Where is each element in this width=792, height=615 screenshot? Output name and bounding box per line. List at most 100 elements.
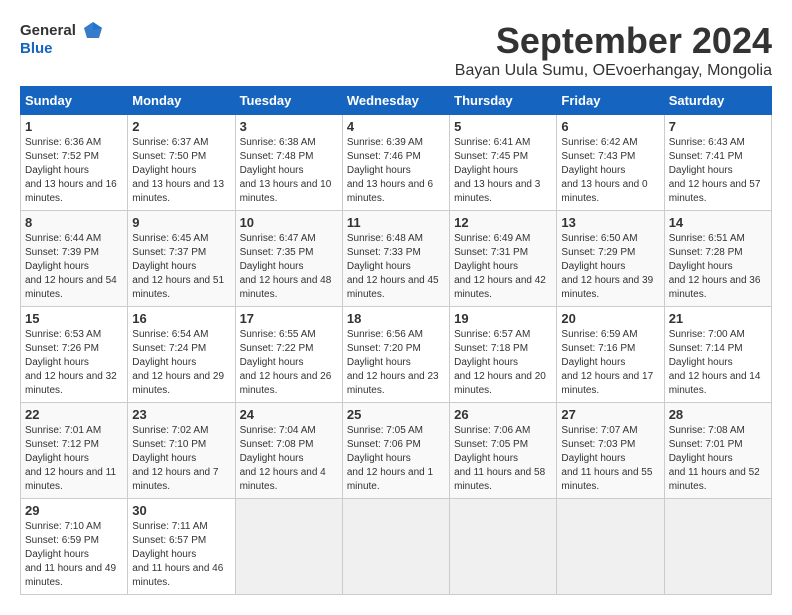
day-number: 28 — [669, 407, 767, 422]
table-row: 16 Sunrise: 6:54 AMSunset: 7:24 PMDaylig… — [128, 307, 235, 403]
table-row: 7 Sunrise: 6:43 AMSunset: 7:41 PMDayligh… — [664, 115, 771, 211]
day-number: 5 — [454, 119, 552, 134]
day-detail: Sunrise: 6:57 AMSunset: 7:18 PMDaylight … — [454, 329, 546, 396]
table-row: 24 Sunrise: 7:04 AMSunset: 7:08 PMDaylig… — [235, 403, 342, 499]
col-saturday: Saturday — [664, 87, 771, 115]
day-detail: Sunrise: 6:48 AMSunset: 7:33 PMDaylight … — [347, 233, 439, 300]
day-detail: Sunrise: 6:42 AMSunset: 7:43 PMDaylight … — [561, 137, 647, 204]
month-title: September 2024 — [455, 20, 772, 62]
calendar-week-2: 15 Sunrise: 6:53 AMSunset: 7:26 PMDaylig… — [21, 307, 772, 403]
table-row: 19 Sunrise: 6:57 AMSunset: 7:18 PMDaylig… — [450, 307, 557, 403]
table-row — [450, 499, 557, 595]
table-row — [342, 499, 449, 595]
day-number: 30 — [132, 503, 230, 518]
table-row: 12 Sunrise: 6:49 AMSunset: 7:31 PMDaylig… — [450, 211, 557, 307]
day-detail: Sunrise: 7:07 AMSunset: 7:03 PMDaylight … — [561, 425, 652, 492]
table-row: 25 Sunrise: 7:05 AMSunset: 7:06 PMDaylig… — [342, 403, 449, 499]
day-detail: Sunrise: 7:02 AMSunset: 7:10 PMDaylight … — [132, 425, 218, 492]
table-row: 11 Sunrise: 6:48 AMSunset: 7:33 PMDaylig… — [342, 211, 449, 307]
day-detail: Sunrise: 6:44 AMSunset: 7:39 PMDaylight … — [25, 233, 117, 300]
logo: General Blue — [20, 20, 104, 57]
calendar-week-4: 29 Sunrise: 7:10 AMSunset: 6:59 PMDaylig… — [21, 499, 772, 595]
day-number: 4 — [347, 119, 445, 134]
day-detail: Sunrise: 7:01 AMSunset: 7:12 PMDaylight … — [25, 425, 116, 492]
calendar-week-1: 8 Sunrise: 6:44 AMSunset: 7:39 PMDayligh… — [21, 211, 772, 307]
table-row: 3 Sunrise: 6:38 AMSunset: 7:48 PMDayligh… — [235, 115, 342, 211]
day-number: 25 — [347, 407, 445, 422]
day-number: 7 — [669, 119, 767, 134]
day-number: 18 — [347, 311, 445, 326]
table-row: 2 Sunrise: 6:37 AMSunset: 7:50 PMDayligh… — [128, 115, 235, 211]
day-number: 10 — [240, 215, 338, 230]
day-detail: Sunrise: 6:37 AMSunset: 7:50 PMDaylight … — [132, 137, 224, 204]
table-row: 15 Sunrise: 6:53 AMSunset: 7:26 PMDaylig… — [21, 307, 128, 403]
page-header: General Blue September 2024 Bayan Uula S… — [20, 20, 772, 80]
day-detail: Sunrise: 7:04 AMSunset: 7:08 PMDaylight … — [240, 425, 326, 492]
table-row: 5 Sunrise: 6:41 AMSunset: 7:45 PMDayligh… — [450, 115, 557, 211]
day-number: 8 — [25, 215, 123, 230]
logo-bird-icon — [82, 20, 104, 42]
calendar-week-0: 1 Sunrise: 6:36 AMSunset: 7:52 PMDayligh… — [21, 115, 772, 211]
day-number: 9 — [132, 215, 230, 230]
table-row: 9 Sunrise: 6:45 AMSunset: 7:37 PMDayligh… — [128, 211, 235, 307]
table-row — [664, 499, 771, 595]
table-row: 4 Sunrise: 6:39 AMSunset: 7:46 PMDayligh… — [342, 115, 449, 211]
day-detail: Sunrise: 6:50 AMSunset: 7:29 PMDaylight … — [561, 233, 653, 300]
day-number: 29 — [25, 503, 123, 518]
logo-text: General Blue — [20, 20, 104, 57]
day-number: 13 — [561, 215, 659, 230]
day-number: 14 — [669, 215, 767, 230]
table-row: 23 Sunrise: 7:02 AMSunset: 7:10 PMDaylig… — [128, 403, 235, 499]
day-number: 12 — [454, 215, 552, 230]
day-detail: Sunrise: 6:55 AMSunset: 7:22 PMDaylight … — [240, 329, 332, 396]
day-detail: Sunrise: 6:41 AMSunset: 7:45 PMDaylight … — [454, 137, 540, 204]
table-row: 29 Sunrise: 7:10 AMSunset: 6:59 PMDaylig… — [21, 499, 128, 595]
day-detail: Sunrise: 6:49 AMSunset: 7:31 PMDaylight … — [454, 233, 546, 300]
day-number: 20 — [561, 311, 659, 326]
day-detail: Sunrise: 6:53 AMSunset: 7:26 PMDaylight … — [25, 329, 117, 396]
day-number: 21 — [669, 311, 767, 326]
table-row: 14 Sunrise: 6:51 AMSunset: 7:28 PMDaylig… — [664, 211, 771, 307]
table-row — [557, 499, 664, 595]
table-row: 6 Sunrise: 6:42 AMSunset: 7:43 PMDayligh… — [557, 115, 664, 211]
day-detail: Sunrise: 6:39 AMSunset: 7:46 PMDaylight … — [347, 137, 433, 204]
day-number: 16 — [132, 311, 230, 326]
day-number: 15 — [25, 311, 123, 326]
logo-general: General — [20, 20, 104, 42]
col-friday: Friday — [557, 87, 664, 115]
table-row: 20 Sunrise: 6:59 AMSunset: 7:16 PMDaylig… — [557, 307, 664, 403]
day-detail: Sunrise: 6:36 AMSunset: 7:52 PMDaylight … — [25, 137, 117, 204]
day-detail: Sunrise: 6:45 AMSunset: 7:37 PMDaylight … — [132, 233, 224, 300]
day-number: 17 — [240, 311, 338, 326]
day-detail: Sunrise: 6:51 AMSunset: 7:28 PMDaylight … — [669, 233, 761, 300]
table-row: 1 Sunrise: 6:36 AMSunset: 7:52 PMDayligh… — [21, 115, 128, 211]
day-number: 23 — [132, 407, 230, 422]
table-row: 22 Sunrise: 7:01 AMSunset: 7:12 PMDaylig… — [21, 403, 128, 499]
day-detail: Sunrise: 7:10 AMSunset: 6:59 PMDaylight … — [25, 521, 116, 588]
table-row: 8 Sunrise: 6:44 AMSunset: 7:39 PMDayligh… — [21, 211, 128, 307]
day-number: 26 — [454, 407, 552, 422]
table-row: 30 Sunrise: 7:11 AMSunset: 6:57 PMDaylig… — [128, 499, 235, 595]
day-detail: Sunrise: 6:56 AMSunset: 7:20 PMDaylight … — [347, 329, 439, 396]
logo-general-text: General — [20, 22, 76, 39]
calendar-week-3: 22 Sunrise: 7:01 AMSunset: 7:12 PMDaylig… — [21, 403, 772, 499]
table-row: 27 Sunrise: 7:07 AMSunset: 7:03 PMDaylig… — [557, 403, 664, 499]
day-detail: Sunrise: 7:08 AMSunset: 7:01 PMDaylight … — [669, 425, 760, 492]
table-row: 26 Sunrise: 7:06 AMSunset: 7:05 PMDaylig… — [450, 403, 557, 499]
day-number: 22 — [25, 407, 123, 422]
col-thursday: Thursday — [450, 87, 557, 115]
day-detail: Sunrise: 7:11 AMSunset: 6:57 PMDaylight … — [132, 521, 223, 588]
day-number: 11 — [347, 215, 445, 230]
col-tuesday: Tuesday — [235, 87, 342, 115]
day-number: 3 — [240, 119, 338, 134]
col-monday: Monday — [128, 87, 235, 115]
day-detail: Sunrise: 7:00 AMSunset: 7:14 PMDaylight … — [669, 329, 761, 396]
col-wednesday: Wednesday — [342, 87, 449, 115]
day-detail: Sunrise: 6:38 AMSunset: 7:48 PMDaylight … — [240, 137, 332, 204]
table-row: 13 Sunrise: 6:50 AMSunset: 7:29 PMDaylig… — [557, 211, 664, 307]
day-number: 2 — [132, 119, 230, 134]
title-section: September 2024 Bayan Uula Sumu, OEvoerha… — [455, 20, 772, 80]
calendar-table: Sunday Monday Tuesday Wednesday Thursday… — [20, 86, 772, 595]
day-number: 19 — [454, 311, 552, 326]
table-row: 17 Sunrise: 6:55 AMSunset: 7:22 PMDaylig… — [235, 307, 342, 403]
